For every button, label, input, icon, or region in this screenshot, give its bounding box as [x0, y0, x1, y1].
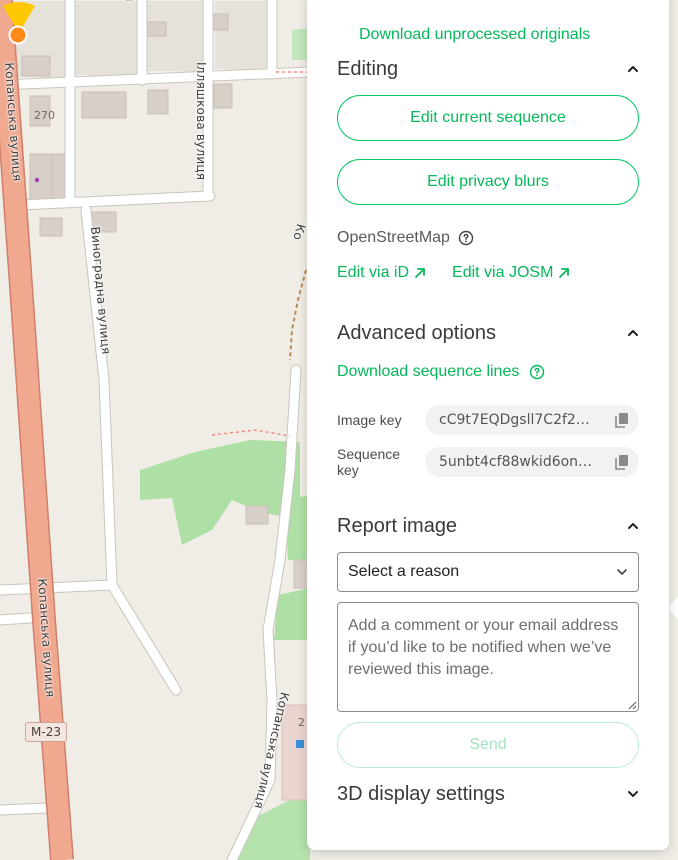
advanced-section-header[interactable]: Advanced options [337, 320, 639, 346]
sequence-key-field[interactable]: 5unbt4cf88wkid6on… [425, 447, 639, 477]
image-key-label: Image key [337, 412, 402, 428]
edit-privacy-blurs-button[interactable]: Edit privacy blurs [337, 159, 639, 205]
arrow-up-right-icon [559, 268, 570, 278]
download-sequence-lines-link[interactable]: Download sequence lines [337, 363, 519, 381]
chevron-up-icon[interactable] [627, 327, 639, 339]
report-section-header[interactable]: Report image [337, 513, 639, 539]
sequence-key-row: Sequence key 5unbt4cf88wkid6on… [337, 446, 639, 478]
osm-label: OpenStreetMap [337, 229, 450, 246]
report-reason-select[interactable]: Select a reason [337, 552, 639, 592]
resize-grip-icon[interactable] [627, 700, 637, 710]
copy-icon[interactable] [615, 454, 629, 470]
arrow-up-right-icon [415, 268, 425, 278]
chevron-up-icon[interactable] [627, 63, 639, 75]
chevron-down-icon[interactable] [627, 788, 639, 800]
house-number-partial: 2 [298, 716, 305, 729]
display3d-section-title: 3D display settings [337, 782, 505, 805]
send-report-button[interactable]: Send [337, 722, 639, 768]
image-details-panel: Download unprocessed originals Editing E… [307, 0, 669, 850]
editing-section-header[interactable]: Editing [337, 56, 639, 82]
download-lines-row: Download sequence lines [337, 363, 545, 381]
edit-via-josm-link[interactable]: Edit via JOSM [452, 264, 570, 282]
help-circle-icon[interactable] [529, 364, 545, 380]
report-reason-value: Select a reason [348, 563, 460, 580]
help-circle-icon[interactable] [458, 230, 474, 246]
advanced-section-title: Advanced options [337, 321, 497, 344]
chevron-up-icon[interactable] [627, 520, 639, 532]
copy-icon[interactable] [615, 412, 629, 428]
street-label-illyashkova: Ілляшкова вулиця [194, 62, 208, 181]
edit-sequence-button[interactable]: Edit current sequence [337, 95, 639, 141]
image-position-marker[interactable] [0, 0, 38, 46]
edit-via-id-link[interactable]: Edit via iD [337, 264, 426, 282]
report-comment-field[interactable] [337, 602, 639, 712]
chevron-down-icon [617, 569, 627, 575]
panel-edge-notch [668, 596, 678, 620]
edit-via-josm-label: Edit via JOSM [452, 264, 554, 281]
image-key-row: Image key cC9t7EQDgsll7C2f2… [337, 405, 639, 435]
edit-via-id-label: Edit via iD [337, 264, 410, 281]
image-key-field[interactable]: cC9t7EQDgsll7C2f2… [425, 405, 639, 435]
display3d-section-header[interactable]: 3D display settings [337, 781, 639, 807]
image-key-value[interactable]: cC9t7EQDgsll7C2f2… [439, 412, 609, 428]
report-section-title: Report image [337, 514, 458, 537]
street-label-top-partial: я [123, 0, 137, 1]
sequence-key-value[interactable]: 5unbt4cf88wkid6on… [439, 454, 609, 470]
house-number-270: 270 [34, 109, 55, 122]
osm-row: OpenStreetMap [337, 229, 474, 247]
sequence-key-label: Sequence key [337, 446, 401, 478]
editing-section-title: Editing [337, 57, 399, 80]
road-shield-m23: M-23 [25, 722, 67, 742]
osm-edit-links: Edit via iD Edit via JOSM [337, 264, 570, 282]
download-originals-link[interactable]: Download unprocessed originals [359, 26, 590, 44]
